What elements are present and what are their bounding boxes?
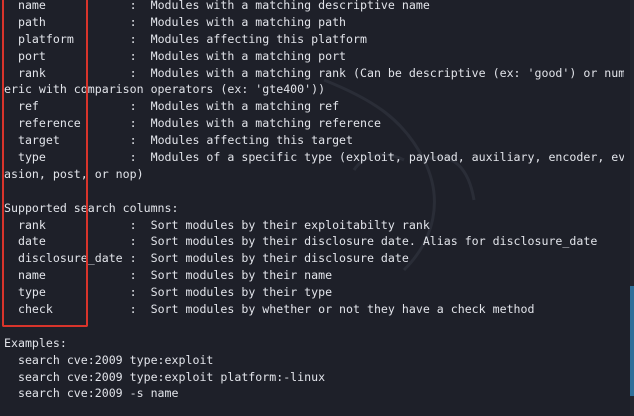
separator: : [122,99,151,114]
columns-description: Sort modules by whether or not they have… [150,302,535,317]
scrollbar-thumb[interactable] [630,286,634,396]
columns-row: rank : Sort modules by their exploitabil… [4,217,624,234]
filters-description: Modules with a matching reference [150,116,381,131]
example-command: search cve:2009 -s name [4,386,179,401]
columns-heading: Supported search columns: [4,200,179,215]
separator: : [122,234,151,249]
columns-key: disclosure_date [4,251,123,266]
example-command: search cve:2009 type:exploit [4,352,214,367]
separator: : [122,150,151,165]
filters-row: name : Modules with a matching descripti… [4,0,624,14]
columns-row: disclosure_date : Sort modules by their … [4,250,624,267]
columns-description: Sort modules by their disclosure date. A… [150,234,598,249]
columns-description: Sort modules by their name [150,268,333,283]
filters-description: Modules with a matching ref [150,99,340,114]
filters-key: platform [4,31,123,46]
columns-row: date : Sort modules by their disclosure … [4,233,624,250]
terminal-output: name : Modules with a matching descripti… [4,0,624,402]
filters-key: target [4,133,123,148]
filters-key: name [4,0,123,12]
filters-key: asion, post, or nop) [4,166,144,181]
filters-description: Modules with a matching port [150,48,347,63]
filters-description: Modules of a specific type (exploit, pay… [150,150,624,165]
filters-key: ref [4,99,123,114]
filters-key: type [4,150,123,165]
filters-description: Modules affecting this target [150,133,354,148]
examples-heading: Examples: [4,335,67,350]
filters-row: reference : Modules with a matching refe… [4,115,624,132]
separator: : [122,133,151,148]
filters-row: asion, post, or nop) [4,166,624,183]
columns-row: type : Sort modules by their type [4,284,624,301]
columns-description: Sort modules by their exploitabilty rank [150,217,430,232]
example-command: search cve:2009 type:exploit platform:-l… [4,369,326,384]
filters-description: Modules affecting this platform [150,31,367,46]
separator: : [122,251,151,266]
filters-row: target : Modules affecting this target [4,132,624,149]
filters-row: type : Modules of a specific type (explo… [4,149,624,166]
filters-description: Modules with a matching rank (Can be des… [150,65,624,80]
filters-row: ref : Modules with a matching ref [4,98,624,115]
separator: : [122,65,151,80]
filters-key: path [4,14,123,29]
columns-key: rank [4,217,123,232]
filters-key: port [4,48,123,63]
filters-row: path : Modules with a matching path [4,14,624,31]
separator: : [122,31,151,46]
filters-row: eric with comparison operators (ex: 'gte… [4,81,624,98]
separator: : [122,14,151,29]
filters-row: rank : Modules with a matching rank (Can… [4,65,624,82]
separator: : [122,217,151,232]
columns-key: date [4,234,123,249]
filters-description: Modules with a matching path [150,14,347,29]
filters-key: eric with comparison operators (ex: 'gte… [4,82,326,97]
filters-row: port : Modules with a matching port [4,48,624,65]
separator: : [122,302,151,317]
separator: : [122,0,151,12]
columns-row: check : Sort modules by whether or not t… [4,301,624,318]
columns-key: check [4,302,123,317]
columns-key: type [4,285,123,300]
columns-description: Sort modules by their type [150,285,333,300]
separator: : [122,285,151,300]
columns-description: Sort modules by their disclosure date [150,251,409,266]
columns-key: name [4,268,123,283]
filters-description: Modules with a matching descriptive name [150,0,430,12]
separator: : [122,268,151,283]
filters-key: rank [4,65,123,80]
separator: : [122,116,151,131]
separator: : [122,48,151,63]
filters-key: reference [4,116,123,131]
terminal-window[interactable]: name : Modules with a matching descripti… [0,0,634,416]
filters-row: platform : Modules affecting this platfo… [4,31,624,48]
columns-row: name : Sort modules by their name [4,267,624,284]
